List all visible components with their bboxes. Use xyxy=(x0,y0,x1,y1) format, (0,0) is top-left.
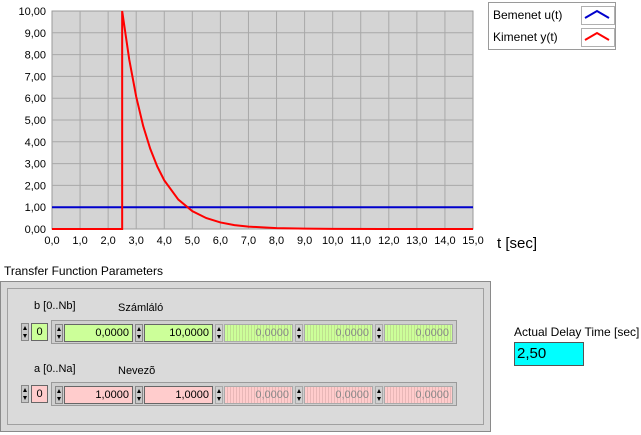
x-tick-label: 2,0 xyxy=(100,235,115,247)
params-inner-frame: b [0..Nb] Számláló 0 0,0000 10,0000 0,00… xyxy=(7,288,484,425)
b-cell-3[interactable]: 0,0000 xyxy=(295,324,373,342)
x-tick-label: 8,0 xyxy=(269,235,284,247)
a-cell-2[interactable]: 0,0000 xyxy=(215,386,293,404)
y-tick-label: 6,00 xyxy=(25,93,46,105)
legend-item-input[interactable]: Bemenet u(t) xyxy=(493,5,615,25)
legend-swatch-output xyxy=(581,28,615,47)
cell-stepper[interactable] xyxy=(215,386,223,404)
line-swatch-icon xyxy=(584,9,610,19)
x-tick-label: 1,0 xyxy=(72,235,87,247)
y-tick-label: 0,00 xyxy=(25,224,46,236)
a-index-label: a [0..Na] xyxy=(34,363,76,375)
params-cluster: b [0..Nb] Számláló 0 0,0000 10,0000 0,00… xyxy=(0,281,491,432)
b-cell-2[interactable]: 0,0000 xyxy=(215,324,293,342)
chart-legend: Bemenet u(t) Kimenet y(t) xyxy=(488,2,616,50)
cell-stepper[interactable] xyxy=(375,386,383,404)
a-index-value[interactable]: 0 xyxy=(31,385,48,403)
y-tick-label: 10,00 xyxy=(18,6,46,18)
b-array: 0,0000 10,0000 0,0000 0,0000 0,0000 xyxy=(51,320,457,344)
cell-stepper[interactable] xyxy=(215,324,223,342)
legend-label-input: Bemenet u(t) xyxy=(493,8,563,22)
legend-label-output: Kimenet y(t) xyxy=(493,30,558,44)
x-axis-label: t [sec] xyxy=(497,235,537,252)
a-index-control[interactable]: 0 xyxy=(21,385,49,403)
x-tick-label: 12,0 xyxy=(378,235,399,247)
x-tick-label: 3,0 xyxy=(129,235,144,247)
y-tick-label: 1,00 xyxy=(25,202,46,214)
x-tick-label: 6,0 xyxy=(213,235,228,247)
y-tick-label: 2,00 xyxy=(25,180,46,192)
b-value-4[interactable]: 0,0000 xyxy=(384,324,453,342)
a-value-0[interactable]: 1,0000 xyxy=(64,386,133,404)
line-swatch-icon xyxy=(584,31,610,41)
cell-stepper[interactable] xyxy=(135,324,143,342)
b-index-control[interactable]: 0 xyxy=(21,323,49,341)
b-index-value[interactable]: 0 xyxy=(31,323,48,341)
b-array-label: Számláló xyxy=(118,302,164,314)
legend-item-output[interactable]: Kimenet y(t) xyxy=(493,27,615,47)
a-value-1[interactable]: 1,0000 xyxy=(144,386,213,404)
y-tick-label: 9,00 xyxy=(25,28,46,40)
x-tick-label: 14,0 xyxy=(434,235,455,247)
cell-stepper[interactable] xyxy=(295,324,303,342)
y-tick-label: 3,00 xyxy=(25,159,46,171)
a-cell-4[interactable]: 0,0000 xyxy=(375,386,453,404)
x-tick-label: 15,0 xyxy=(462,235,483,247)
b-index-stepper[interactable] xyxy=(21,323,29,341)
a-cell-0[interactable]: 1,0000 xyxy=(55,386,133,404)
x-tick-label: 13,0 xyxy=(406,235,427,247)
a-value-2[interactable]: 0,0000 xyxy=(224,386,293,404)
a-value-3[interactable]: 0,0000 xyxy=(304,386,373,404)
b-cell-4[interactable]: 0,0000 xyxy=(375,324,453,342)
cell-stepper[interactable] xyxy=(295,386,303,404)
a-array: 1,0000 1,0000 0,0000 0,0000 0,0000 xyxy=(51,382,457,406)
cell-stepper[interactable] xyxy=(135,386,143,404)
a-cell-1[interactable]: 1,0000 xyxy=(135,386,213,404)
a-value-4[interactable]: 0,0000 xyxy=(384,386,453,404)
x-tick-label: 4,0 xyxy=(157,235,172,247)
x-tick-label: 9,0 xyxy=(297,235,312,247)
legend-swatch-input xyxy=(581,6,615,25)
b-value-2[interactable]: 0,0000 xyxy=(224,324,293,342)
y-tick-label: 7,00 xyxy=(25,71,46,83)
a-index-stepper[interactable] xyxy=(21,385,29,403)
x-tick-label: 11,0 xyxy=(350,235,371,247)
delay-indicator: 2,50 xyxy=(514,342,584,366)
cell-stepper[interactable] xyxy=(375,324,383,342)
a-array-label: Nevezõ xyxy=(118,365,156,377)
cell-stepper[interactable] xyxy=(55,386,63,404)
b-value-0[interactable]: 0,0000 xyxy=(64,324,133,342)
b-value-1[interactable]: 10,0000 xyxy=(144,324,213,342)
y-tick-label: 8,00 xyxy=(25,50,46,62)
params-title: Transfer Function Parameters xyxy=(4,264,163,278)
x-tick-label: 5,0 xyxy=(185,235,200,247)
b-value-3[interactable]: 0,0000 xyxy=(304,324,373,342)
cell-stepper[interactable] xyxy=(55,324,63,342)
a-cell-3[interactable]: 0,0000 xyxy=(295,386,373,404)
x-tick-label: 0,0 xyxy=(44,235,59,247)
b-cell-0[interactable]: 0,0000 xyxy=(55,324,133,342)
b-cell-1[interactable]: 10,0000 xyxy=(135,324,213,342)
y-tick-label: 4,00 xyxy=(25,137,46,149)
y-tick-label: 5,00 xyxy=(25,115,46,127)
x-tick-label: 7,0 xyxy=(241,235,256,247)
delay-label: Actual Delay Time [sec] xyxy=(514,325,640,339)
x-tick-label: 10,0 xyxy=(322,235,343,247)
b-index-label: b [0..Nb] xyxy=(34,300,76,312)
